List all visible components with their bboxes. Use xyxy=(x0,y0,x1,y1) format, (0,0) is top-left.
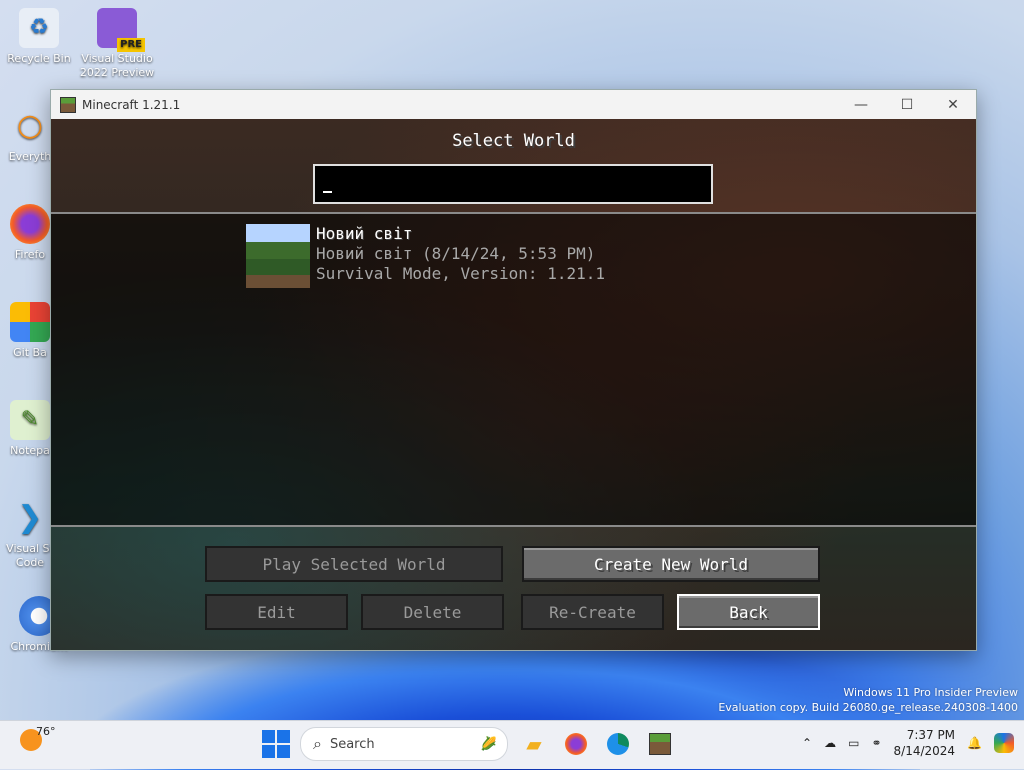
window-controls: — ☐ ✕ xyxy=(838,90,976,119)
search-icon: ⌕ xyxy=(313,734,322,753)
display-icon[interactable]: ▭ xyxy=(848,736,859,750)
weather-widget[interactable]: 76° xyxy=(20,725,56,751)
vscode-icon: ❯ xyxy=(17,500,43,535)
game-screen: Select World Новий світ Новий світ (8/14… xyxy=(51,119,976,650)
minecraft-grass-block-icon xyxy=(60,96,76,113)
file-explorer-icon[interactable]: ▰ xyxy=(518,728,550,760)
windows-watermark: Windows 11 Pro Insider Preview Evaluatio… xyxy=(718,686,1018,714)
everything-search-icon: ○ xyxy=(16,108,44,143)
world-thumbnail xyxy=(246,224,310,288)
clock-date: 8/14/2024 xyxy=(893,744,956,758)
notepad-plus-plus-icon: ✎ xyxy=(10,400,50,440)
firefox-icon xyxy=(10,204,50,244)
world-name: Новий світ xyxy=(316,224,413,243)
taskbar-search-box[interactable]: ⌕ Search 🌽 xyxy=(300,727,508,761)
window-titlebar[interactable]: Minecraft 1.21.1 — ☐ ✕ xyxy=(51,90,976,119)
back-button[interactable]: Back xyxy=(677,594,820,630)
play-selected-world-button[interactable]: Play Selected World xyxy=(205,546,503,582)
search-placeholder: Search xyxy=(329,736,375,752)
desktop-icon-recycle-bin[interactable]: ♻ Recycle Bin xyxy=(1,8,77,66)
network-icon[interactable]: ⚭ xyxy=(871,736,881,750)
window-title: Minecraft 1.21.1 xyxy=(82,97,181,112)
minecraft-window: Minecraft 1.21.1 — ☐ ✕ Select World Нови… xyxy=(50,89,977,651)
weather-temperature: 76° xyxy=(36,724,56,738)
delete-button[interactable]: Delete xyxy=(361,594,504,630)
corn-highlight-icon: 🌽 xyxy=(480,736,497,752)
system-tray: ⌃ ☁ ▭ ⚭ 7:37 PM 8/14/2024 🔔 xyxy=(802,727,1014,759)
minecraft-taskbar-icon[interactable] xyxy=(644,728,676,760)
world-detail: Новий світ (8/14/24, 5:53 PM) xyxy=(316,244,596,263)
visual-studio-icon: PRE xyxy=(97,8,145,52)
chevron-up-icon[interactable]: ⌃ xyxy=(802,736,812,750)
create-new-world-button[interactable]: Create New World xyxy=(522,546,820,582)
world-mode: Survival Mode, Version: 1.21.1 xyxy=(316,264,605,283)
world-entry[interactable]: Новий світ Новий світ (8/14/24, 5:53 PM)… xyxy=(246,224,605,288)
close-button[interactable]: ✕ xyxy=(930,90,976,119)
text-cursor xyxy=(323,191,332,193)
maximize-button[interactable]: ☐ xyxy=(884,90,930,119)
edge-icon[interactable] xyxy=(602,728,634,760)
edit-button[interactable]: Edit xyxy=(205,594,348,630)
world-list[interactable]: Новий світ Новий світ (8/14/24, 5:53 PM)… xyxy=(51,212,976,527)
cloud-offline-icon[interactable]: ☁ xyxy=(824,736,836,750)
windows-start-icon[interactable] xyxy=(262,730,290,758)
git-bash-icon xyxy=(10,302,50,342)
notification-bell-icon[interactable]: 🔔 xyxy=(967,736,982,750)
minimize-button[interactable]: — xyxy=(838,90,884,119)
screen-title: Select World xyxy=(452,131,575,151)
recycle-bin-icon: ♻ xyxy=(19,8,59,48)
clock[interactable]: 7:37 PM 8/14/2024 xyxy=(894,727,956,759)
copilot-icon[interactable] xyxy=(994,733,1014,753)
desktop-icon-visual-studio[interactable]: PRE Visual Studio 2022 Preview xyxy=(79,8,155,80)
re-create-button[interactable]: Re-Create xyxy=(521,594,664,630)
clock-time: 7:37 PM xyxy=(906,728,956,742)
taskbar-apps: ⌕ Search 🌽 ▰ xyxy=(262,727,676,761)
firefox-taskbar-icon[interactable] xyxy=(560,728,592,760)
taskbar: 76° ⌕ Search 🌽 ▰ ⌃ ☁ ▭ ⚭ 7:37 PM 8/14/20… xyxy=(0,720,1024,769)
world-search-input[interactable] xyxy=(313,164,713,204)
